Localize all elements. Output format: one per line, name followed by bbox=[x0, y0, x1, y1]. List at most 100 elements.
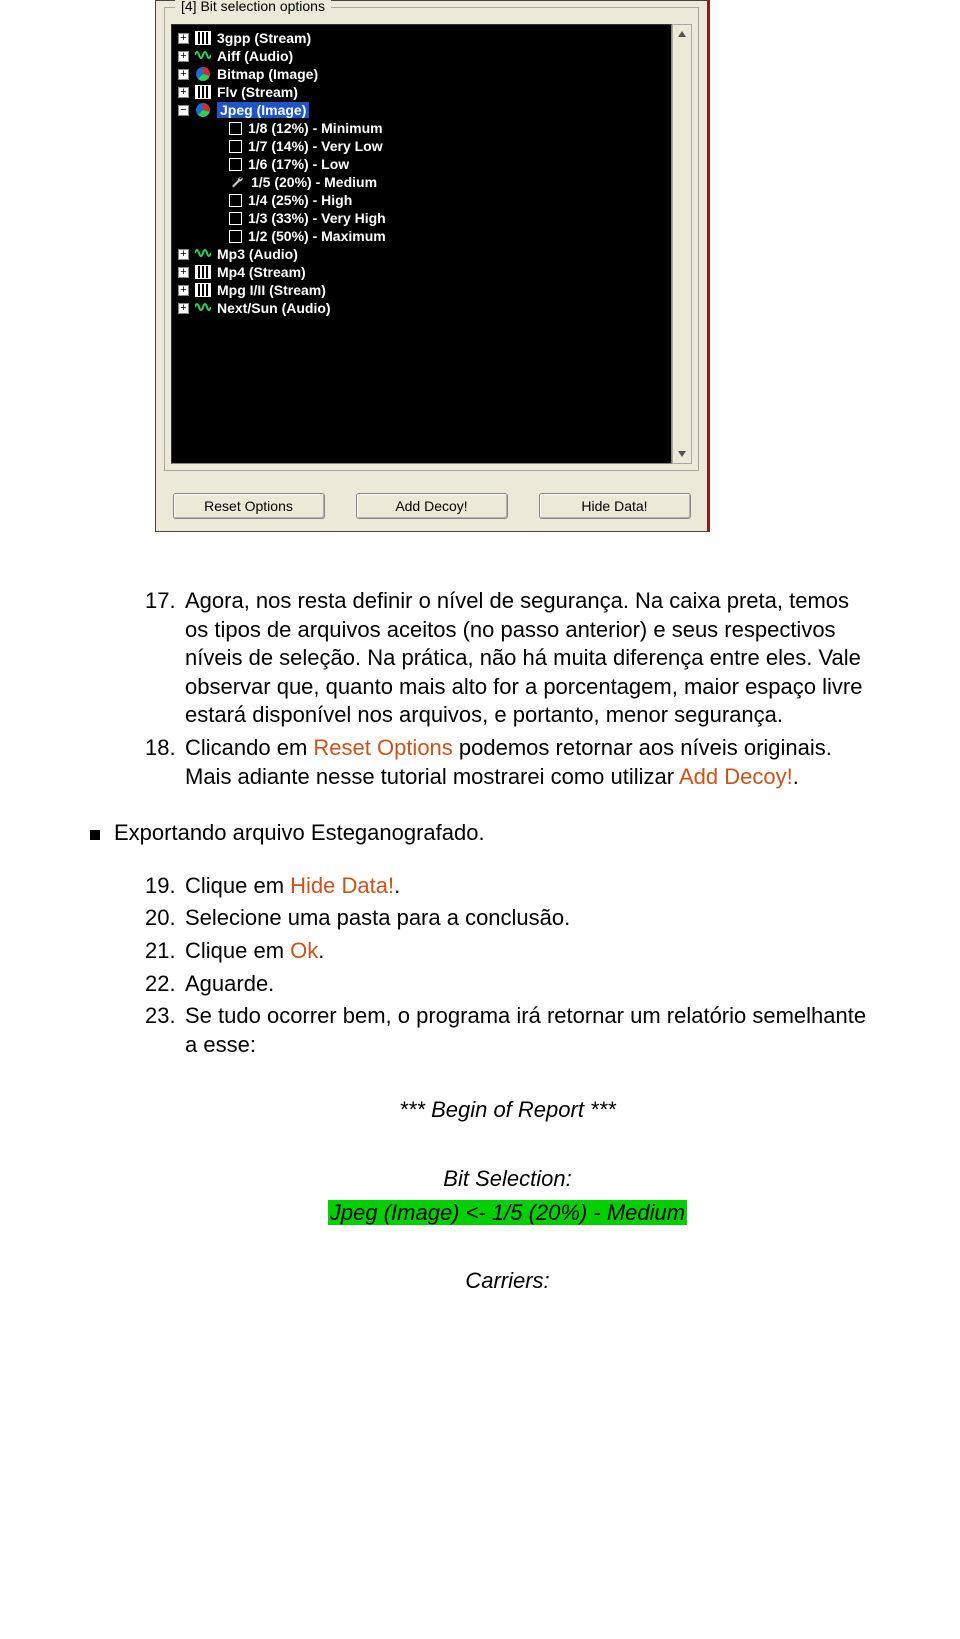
step-19: 19. Clique em Hide Data!. bbox=[145, 872, 870, 901]
file-type-tree[interactable]: +3gpp (Stream)+Aiff (Audio)+Bitmap (Imag… bbox=[171, 24, 672, 464]
tree-item-label: Mp3 (Audio) bbox=[217, 246, 298, 262]
step-number: 18. bbox=[145, 734, 185, 791]
tree-expander[interactable]: + bbox=[178, 69, 189, 80]
step-18: 18. Clicando em Reset Options podemos re… bbox=[145, 734, 870, 791]
text: . bbox=[793, 764, 799, 789]
audio-wave-icon bbox=[195, 246, 211, 262]
text: . bbox=[318, 938, 324, 963]
tree-subitem[interactable]: 1/4 (25%) - High bbox=[172, 191, 671, 209]
tree-item-label: Next/Sun (Audio) bbox=[217, 300, 331, 316]
tree-item-label: 1/8 (12%) - Minimum bbox=[248, 120, 383, 136]
tree-expander[interactable]: + bbox=[178, 303, 189, 314]
pie-chart-icon bbox=[195, 102, 211, 118]
tree-item[interactable]: + Aiff (Audio) bbox=[172, 47, 671, 65]
app-panel: [4] Bit selection options +3gpp (Stream)… bbox=[155, 0, 710, 532]
button-row: Reset Options Add Decoy! Hide Data! bbox=[156, 483, 707, 531]
report-bit-selection-value: Jpeg (Image) <- 1/5 (20%) - Medium bbox=[328, 1200, 687, 1225]
tree-expander[interactable]: − bbox=[178, 105, 189, 116]
tree-item-label: 1/5 (20%) - Medium bbox=[251, 174, 377, 190]
tree-item[interactable]: + Mp3 (Audio) bbox=[172, 245, 671, 263]
document-body: 17. Agora, nos resta definir o nível de … bbox=[145, 587, 870, 1298]
tree-item[interactable]: + Bitmap (Image) bbox=[172, 65, 671, 83]
tree-subitem[interactable]: 1/8 (12%) - Minimum bbox=[172, 119, 671, 137]
tree-subitem[interactable]: 1/7 (14%) - Very Low bbox=[172, 137, 671, 155]
link-hide-data: Hide Data! bbox=[290, 873, 394, 898]
checkbox-icon[interactable] bbox=[229, 158, 242, 171]
tree-expander[interactable]: + bbox=[178, 285, 189, 296]
tree-item-label: Bitmap (Image) bbox=[217, 66, 318, 82]
tree-item-label: 1/3 (33%) - Very High bbox=[248, 210, 386, 226]
checkbox-icon[interactable] bbox=[229, 122, 242, 135]
tree-item-label: 1/6 (17%) - Low bbox=[248, 156, 349, 172]
text: Clique em bbox=[185, 938, 290, 963]
text: Clique em bbox=[185, 873, 290, 898]
tree-expander[interactable]: + bbox=[178, 249, 189, 260]
fieldset-legend: [4] Bit selection options bbox=[175, 0, 331, 14]
stream-icon bbox=[195, 85, 211, 99]
audio-wave-icon bbox=[195, 300, 211, 316]
step-text: Selecione uma pasta para a conclusão. bbox=[185, 904, 870, 933]
step-text: Clique em Ok. bbox=[185, 937, 870, 966]
audio-wave-icon bbox=[195, 48, 211, 64]
stream-icon bbox=[195, 265, 211, 279]
section-heading: Exportando arquivo Esteganografado. bbox=[90, 819, 870, 848]
step-23: 23. Se tudo ocorrer bem, o programa irá … bbox=[145, 1002, 870, 1059]
tree-item[interactable]: + Flv (Stream) bbox=[172, 83, 671, 101]
step-number: 21. bbox=[145, 937, 185, 966]
step-number: 20. bbox=[145, 904, 185, 933]
tree-expander[interactable]: + bbox=[178, 267, 189, 278]
section-title: Exportando arquivo Esteganografado. bbox=[114, 819, 485, 848]
tree-subitem[interactable]: 1/3 (33%) - Very High bbox=[172, 209, 671, 227]
tree-item-jpeg[interactable]: − Jpeg (Image) bbox=[172, 101, 671, 119]
tree-item-label: Flv (Stream) bbox=[217, 84, 298, 100]
hide-data-button[interactable]: Hide Data! bbox=[539, 493, 691, 519]
checkbox-icon[interactable] bbox=[229, 194, 242, 207]
tree-subitem[interactable]: 1/5 (20%) - Medium bbox=[172, 173, 671, 191]
tree-item[interactable]: + Next/Sun (Audio) bbox=[172, 299, 671, 317]
tree-item-label: 3gpp (Stream) bbox=[217, 30, 311, 46]
tree-expander[interactable]: + bbox=[178, 51, 189, 62]
report-carriers-heading: Carriers: bbox=[145, 1264, 870, 1298]
tree-item-label: 1/2 (50%) - Maximum bbox=[248, 228, 386, 244]
scroll-up-icon[interactable] bbox=[673, 25, 691, 43]
tree-expander[interactable]: + bbox=[178, 87, 189, 98]
report-block: *** Begin of Report *** Bit Selection: J… bbox=[145, 1093, 870, 1298]
tree-item-label: Aiff (Audio) bbox=[217, 48, 293, 64]
step-text: Agora, nos resta definir o nível de segu… bbox=[185, 587, 870, 730]
step-text: Se tudo ocorrer bem, o programa irá reto… bbox=[185, 1002, 870, 1059]
step-17: 17. Agora, nos resta definir o nível de … bbox=[145, 587, 870, 730]
reset-options-button[interactable]: Reset Options bbox=[173, 493, 325, 519]
checkbox-icon[interactable] bbox=[229, 230, 242, 243]
scroll-down-icon[interactable] bbox=[673, 445, 691, 463]
stream-icon bbox=[195, 283, 211, 297]
link-ok: Ok bbox=[290, 938, 318, 963]
tree-item[interactable]: +Mpg I/II (Stream) bbox=[172, 281, 671, 299]
tree-item[interactable]: +Mp4 (Stream) bbox=[172, 263, 671, 281]
step-number: 23. bbox=[145, 1002, 185, 1059]
tree-expander[interactable]: + bbox=[178, 33, 189, 44]
checkbox-icon[interactable] bbox=[229, 212, 242, 225]
wrench-icon bbox=[229, 174, 245, 190]
step-text: Aguarde. bbox=[185, 970, 870, 999]
text: Clicando em bbox=[185, 735, 313, 760]
tree-subitem[interactable]: 1/2 (50%) - Maximum bbox=[172, 227, 671, 245]
link-add-decoy: Add Decoy! bbox=[679, 764, 793, 789]
tree-item-label: Jpeg (Image) bbox=[217, 102, 309, 118]
add-decoy-button[interactable]: Add Decoy! bbox=[356, 493, 508, 519]
step-number: 22. bbox=[145, 970, 185, 999]
stream-icon bbox=[195, 31, 211, 45]
pie-chart-icon bbox=[195, 66, 211, 82]
step-21: 21. Clique em Ok. bbox=[145, 937, 870, 966]
step-text: Clicando em Reset Options podemos retorn… bbox=[185, 734, 870, 791]
link-reset-options: Reset Options bbox=[313, 735, 452, 760]
report-bit-selection-heading: Bit Selection: bbox=[145, 1162, 870, 1196]
bullet-icon bbox=[90, 830, 100, 840]
tree-subitem[interactable]: 1/6 (17%) - Low bbox=[172, 155, 671, 173]
report-begin: *** Begin of Report *** bbox=[145, 1093, 870, 1127]
scrollbar[interactable] bbox=[672, 24, 692, 464]
tree-item-label: 1/7 (14%) - Very Low bbox=[248, 138, 383, 154]
step-text: Clique em Hide Data!. bbox=[185, 872, 870, 901]
tree-item[interactable]: +3gpp (Stream) bbox=[172, 29, 671, 47]
step-22: 22. Aguarde. bbox=[145, 970, 870, 999]
checkbox-icon[interactable] bbox=[229, 140, 242, 153]
